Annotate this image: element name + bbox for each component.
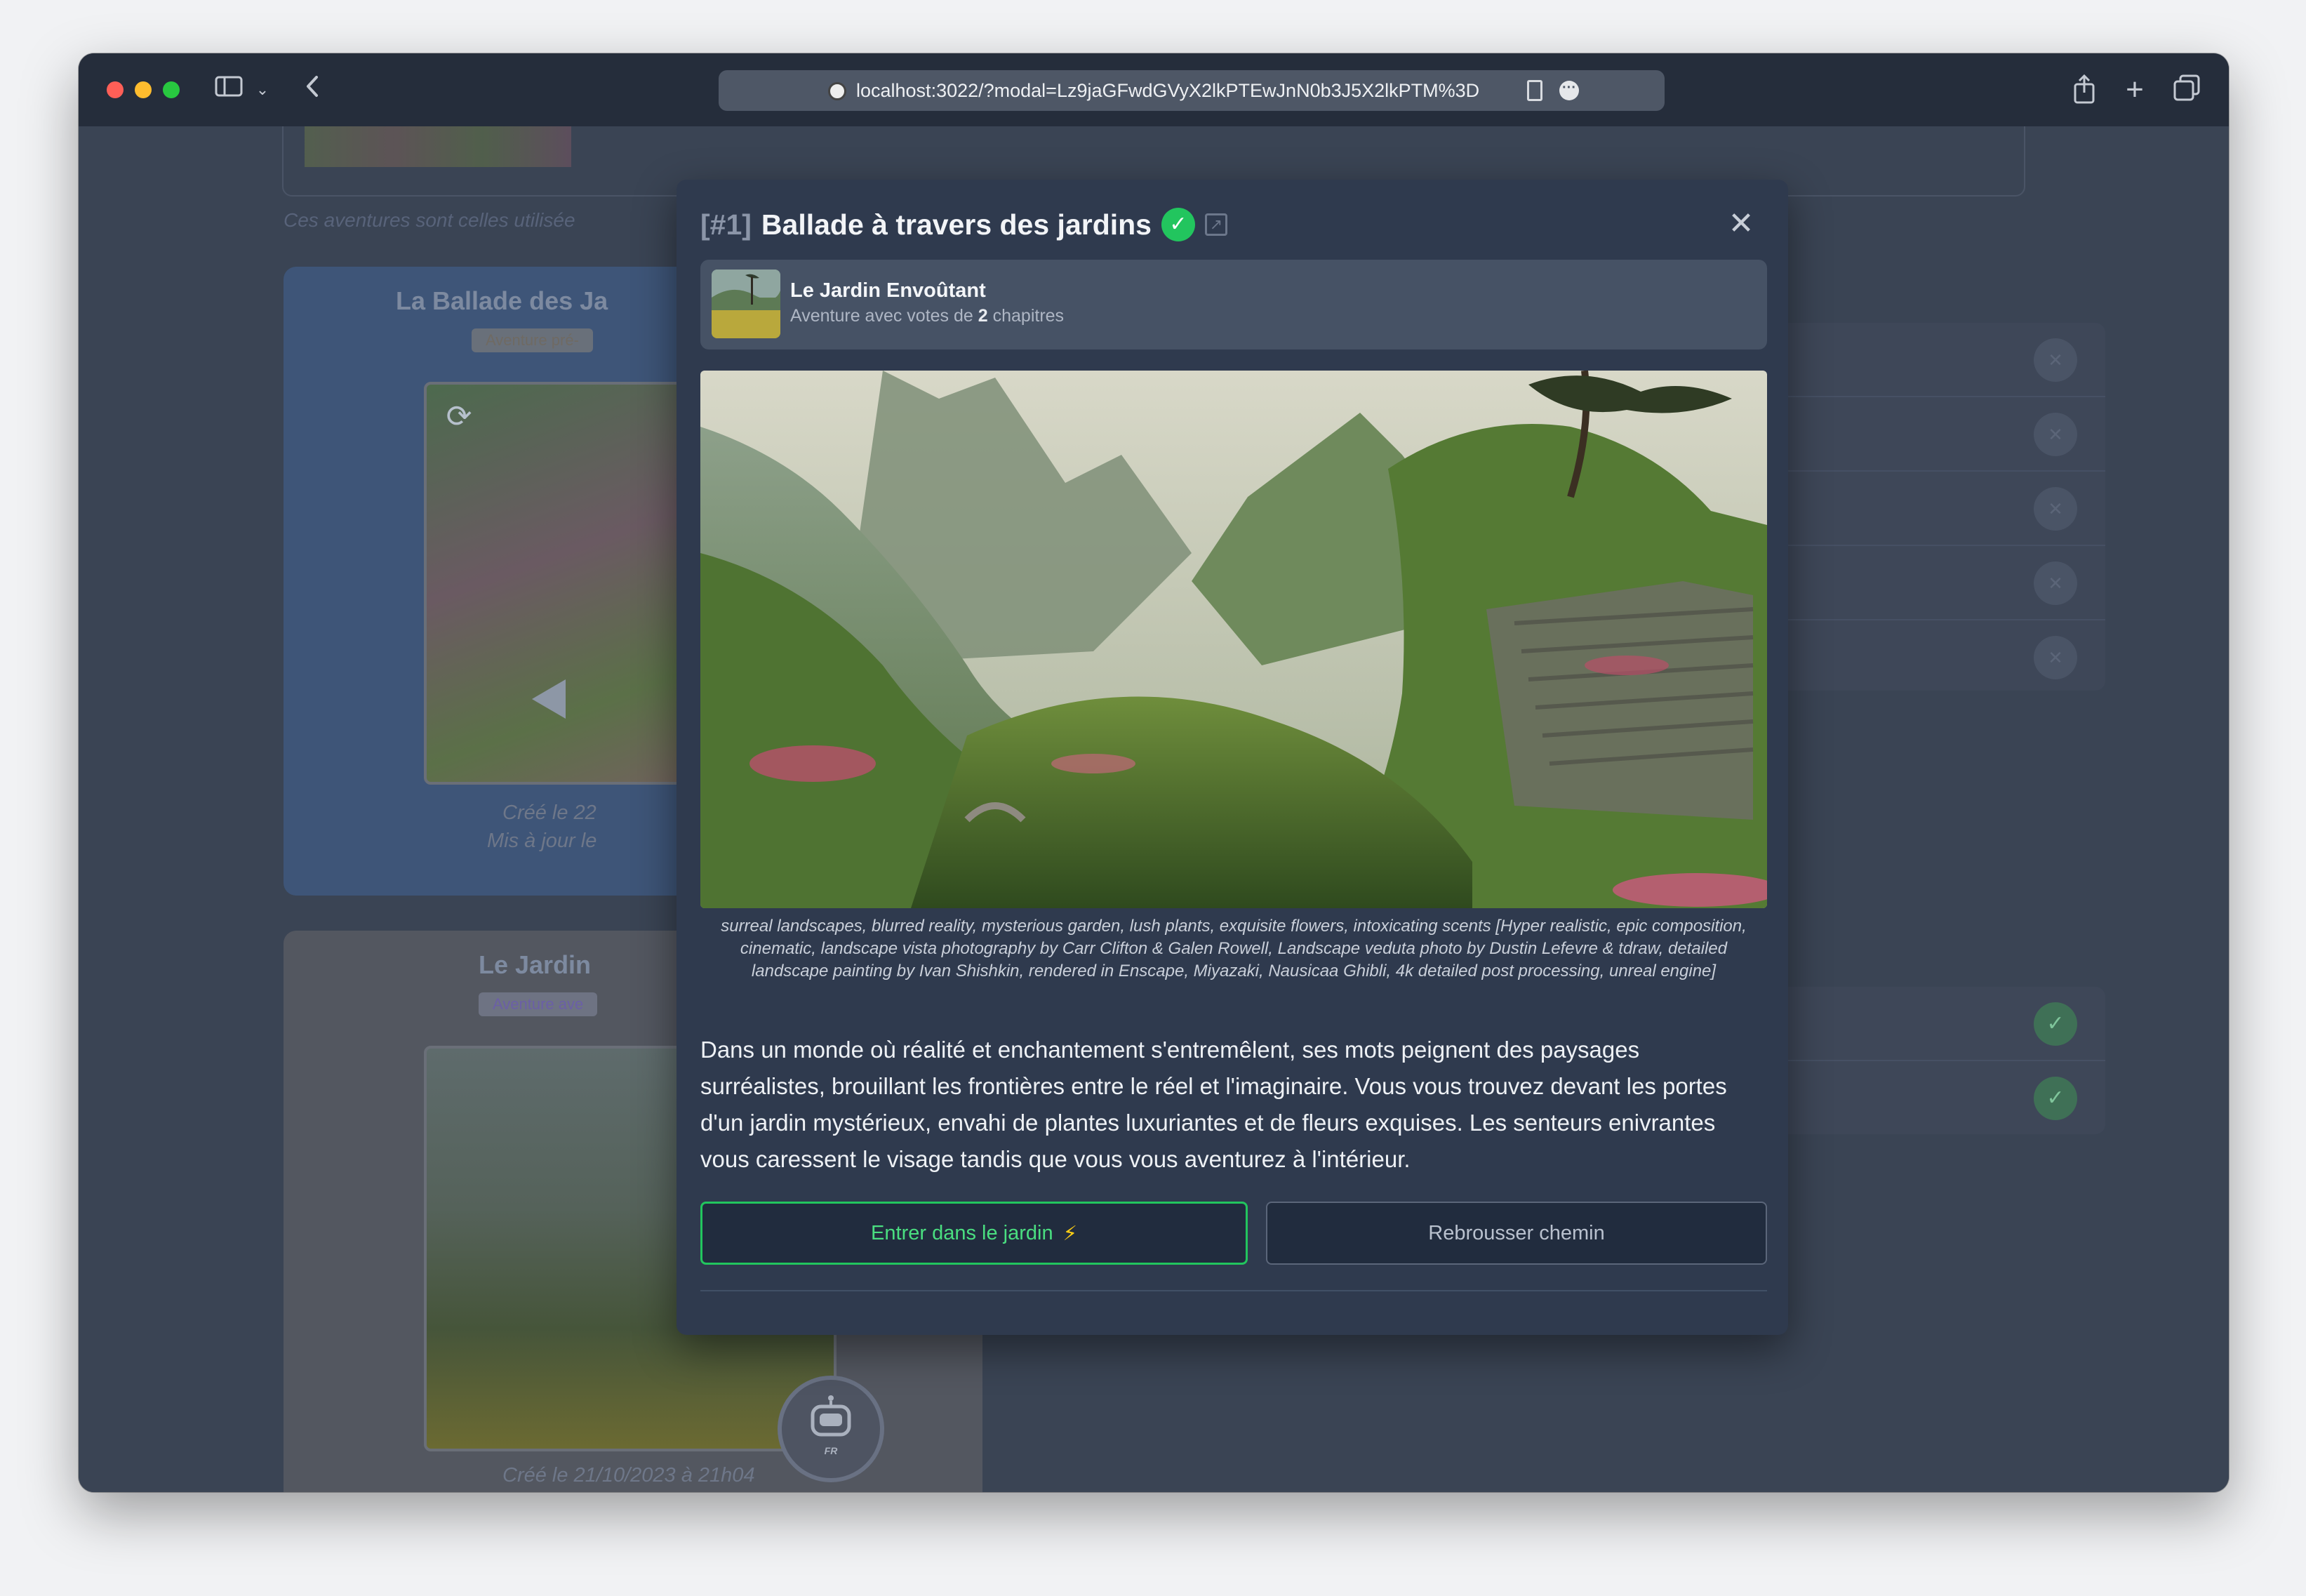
- zoom-window-button[interactable]: [163, 81, 180, 98]
- reader-mode-icon[interactable]: [1527, 80, 1542, 101]
- url-text: localhost:3022/?modal=Lz9jaGFwdGVyX2lkPT…: [856, 80, 1480, 101]
- image-caption: surreal landscapes, blurred reality, mys…: [721, 917, 1747, 980]
- lightning-icon: ⚡: [1062, 1222, 1077, 1245]
- check-icon[interactable]: ✓: [2034, 1077, 2077, 1120]
- tab-overview-icon[interactable]: [2173, 74, 2201, 105]
- chapter-image: [700, 371, 1767, 908]
- sidebar-toggle-icon[interactable]: [213, 74, 244, 105]
- card-title: Le Jardin: [479, 950, 592, 979]
- card-badge: Aventure ave: [479, 992, 598, 1016]
- modal-header: [#1] Ballade à travers des jardins ✓ ↗: [700, 202, 1227, 247]
- go-back-button[interactable]: Rebrousser chemin: [1266, 1202, 1767, 1265]
- back-button-label: Rebrousser chemin: [1428, 1221, 1605, 1244]
- check-circle-icon: ✓: [1161, 208, 1195, 241]
- external-link-icon[interactable]: ↗: [1204, 213, 1227, 236]
- back-arrow-icon[interactable]: [302, 74, 323, 105]
- chapter-modal: [#1] Ballade à travers des jardins ✓ ↗ ✕…: [677, 180, 1788, 1335]
- chapter-description: Dans un monde où réalité et enchantement…: [700, 1037, 1727, 1172]
- close-icon[interactable]: ✕: [2034, 636, 2077, 679]
- share-icon[interactable]: [2070, 74, 2098, 105]
- created-date: Créé le 21/10/2023 à 21h04: [502, 1464, 755, 1487]
- enter-button-label: Entrer dans le jardin: [871, 1221, 1053, 1244]
- browser-toolbar: ⌄ localhost:3022/?modal=Lz9jaGFwdGVyX2lk…: [79, 53, 2229, 126]
- close-icon[interactable]: ✕: [2034, 487, 2077, 531]
- card-title: La Ballade des Ja: [396, 286, 608, 315]
- check-icon[interactable]: ✓: [2034, 1002, 2077, 1046]
- robot-icon: [811, 1395, 851, 1437]
- site-icon: [828, 82, 846, 100]
- close-window-button[interactable]: [107, 81, 124, 98]
- enter-garden-button[interactable]: Entrer dans le jardin ⚡: [700, 1202, 1248, 1265]
- adventure-info[interactable]: Le Jardin Envoûtant Aventure avec votes …: [700, 260, 1767, 350]
- modal-title: Ballade à travers des jardins: [761, 208, 1152, 241]
- close-icon[interactable]: ✕: [2034, 561, 2077, 605]
- new-tab-icon[interactable]: +: [2121, 74, 2149, 105]
- browser-window: ⌄ localhost:3022/?modal=Lz9jaGFwdGVyX2lk…: [79, 53, 2229, 1492]
- language-robot-button[interactable]: FR: [778, 1376, 884, 1482]
- card-badge: Aventure pré-: [472, 328, 593, 352]
- chevron-down-icon[interactable]: ⌄: [254, 74, 271, 105]
- modal-divider: [700, 1290, 1767, 1291]
- close-icon[interactable]: ✕: [2034, 338, 2077, 382]
- adventures-note: Ces aventures sont celles utilisée: [284, 209, 575, 231]
- chapter-count: 2: [978, 306, 988, 326]
- more-options-icon[interactable]: ···: [1559, 81, 1579, 100]
- previous-arrow-icon[interactable]: [532, 679, 566, 719]
- minimize-window-button[interactable]: [135, 81, 152, 98]
- language-label: FR: [824, 1445, 838, 1456]
- created-date: Créé le 22: [502, 802, 597, 824]
- close-icon[interactable]: ✕: [1724, 206, 1759, 241]
- address-bar[interactable]: localhost:3022/?modal=Lz9jaGFwdGVyX2lkPT…: [719, 70, 1665, 111]
- chapter-number: [#1]: [700, 208, 752, 241]
- refresh-icon[interactable]: ⟳: [438, 396, 480, 438]
- close-icon[interactable]: ✕: [2034, 413, 2077, 456]
- adventure-name: Le Jardin Envoûtant: [790, 279, 986, 302]
- top-thumbnail: [305, 126, 571, 167]
- adventure-thumbnail: [712, 270, 780, 338]
- adventure-subtitle: Aventure avec votes de 2 chapitres: [790, 306, 1065, 326]
- updated-date: Mis à jour le: [487, 830, 597, 852]
